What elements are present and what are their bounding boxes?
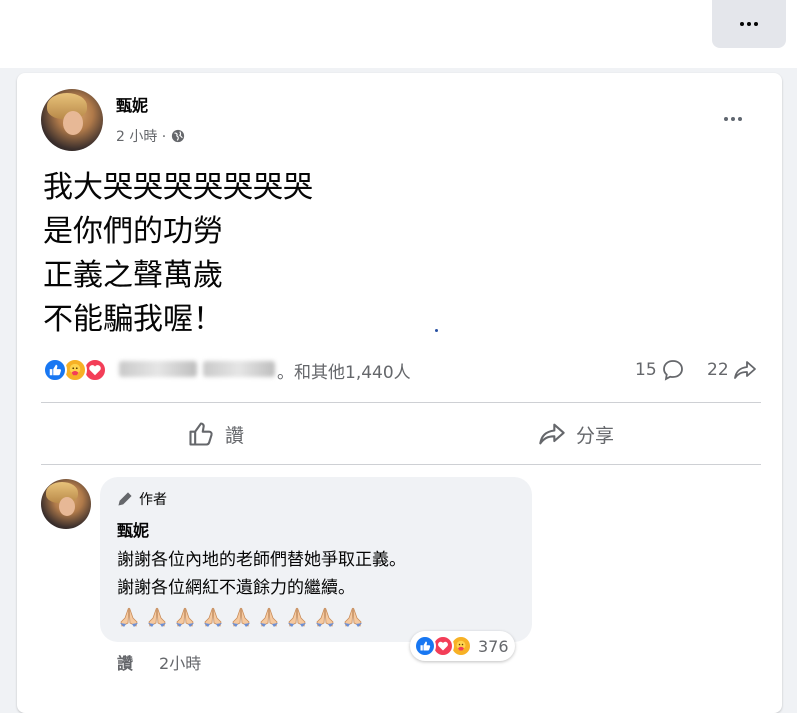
praying-hands-icon: [176, 607, 194, 627]
stray-dot: [435, 329, 438, 332]
post-line: 不能騙我喔！: [43, 302, 223, 337]
comment-icon: [662, 360, 683, 381]
divider: [41, 402, 761, 403]
more-dots-icon: [740, 22, 758, 26]
praying-hands-icon: [232, 607, 250, 627]
post-time-text[interactable]: 2 小時 ·: [116, 126, 166, 146]
reactions-count-text[interactable]: 。和其他1,440人: [277, 358, 411, 383]
share-label: 分享: [576, 424, 615, 447]
praying-hands-icon: [204, 607, 222, 627]
praying-hands-icon: [344, 607, 362, 627]
share-button[interactable]: 分享: [538, 404, 614, 464]
post-card: 甄妮 2 小時 · 我大哭哭哭哭哭哭哭 是你們的功勞 正義之聲萬歲 不能騙我喔！: [17, 73, 782, 713]
post-line: 正義之聲萬歲: [43, 258, 223, 293]
author-badge-label: 作者: [139, 492, 167, 508]
praying-hands-icon: [316, 607, 334, 627]
pencil-icon: [118, 492, 132, 506]
comments-count[interactable]: 15: [635, 358, 685, 382]
comment-reactions[interactable]: 376: [410, 631, 515, 661]
comment-actions: 讚 2小時: [117, 650, 201, 674]
comment-line: 謝謝各位內地的老師們替她爭取正義。: [117, 550, 406, 570]
post-author-name[interactable]: 甄妮: [116, 92, 148, 116]
comment-author-avatar[interactable]: [41, 479, 91, 529]
author-avatar[interactable]: [41, 89, 103, 151]
like-reaction-icon: [43, 358, 67, 382]
post-line: 我大哭哭哭哭哭哭哭: [43, 170, 313, 205]
post-text: 我大哭哭哭哭哭哭哭 是你們的功勞 正義之聲萬歲 不能騙我喔！: [43, 166, 313, 342]
divider: [41, 464, 761, 465]
author-badge: 作者: [117, 489, 167, 509]
praying-hands-icon: [148, 607, 166, 627]
shares-count-value: 22: [707, 360, 729, 380]
comment-like-link[interactable]: 讚: [117, 650, 133, 674]
praying-hands-row: [117, 605, 365, 629]
redacted-name: [119, 361, 197, 377]
shares-count[interactable]: 22: [707, 358, 757, 382]
like-label: 讚: [225, 424, 245, 447]
comments-count-value: 15: [635, 360, 657, 380]
comment-time[interactable]: 2小時: [159, 650, 201, 674]
post-more-button[interactable]: [717, 109, 749, 129]
reactions-summary: 。和其他1,440人 15 22: [43, 356, 763, 384]
redacted-name: [203, 361, 275, 377]
more-dots-icon: [724, 117, 742, 121]
comment-bubble: 作者 甄妮 謝謝各位內地的老師們替她爭取正義。 謝謝各位網紅不遺餘力的繼續。: [100, 477, 532, 642]
like-reaction-icon: [414, 635, 436, 657]
comment-line: 謝謝各位網紅不遺餘力的繼續。: [117, 578, 355, 598]
like-button[interactable]: 讚: [187, 404, 244, 464]
comment-author-name[interactable]: 甄妮: [117, 517, 149, 541]
globe-icon[interactable]: [171, 129, 185, 143]
share-arrow-icon: [539, 423, 565, 445]
thumbs-up-icon: [189, 422, 213, 446]
more-options-button[interactable]: [712, 0, 786, 48]
praying-hands-icon: [288, 607, 306, 627]
top-bar: [0, 0, 797, 68]
praying-hands-icon: [260, 607, 278, 627]
praying-hands-icon: [120, 607, 138, 627]
comment-reaction-count: 376: [478, 636, 509, 656]
post-line: 是你們的功勞: [43, 214, 223, 249]
share-arrow-icon: [733, 361, 756, 379]
post-timestamp: 2 小時 ·: [116, 126, 185, 146]
